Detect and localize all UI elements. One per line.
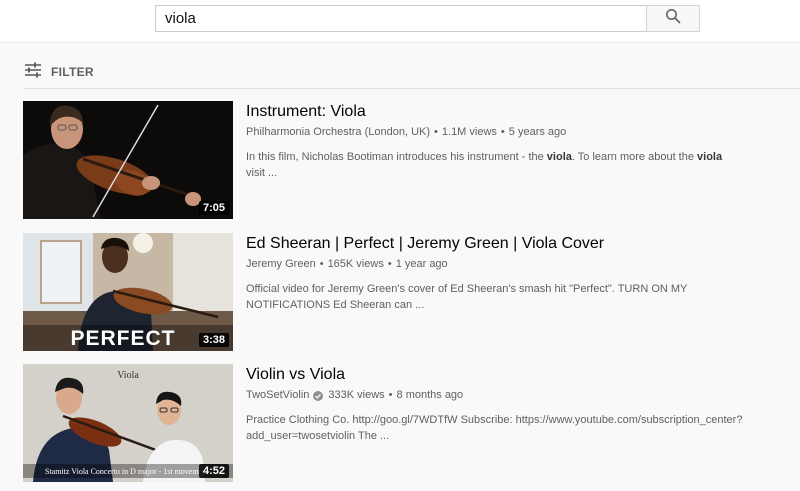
channel-name[interactable]: Philharmonia Orchestra (London, UK) — [246, 124, 430, 140]
view-count: 165K views — [327, 258, 384, 270]
filter-sliders-icon — [24, 62, 42, 83]
search-button[interactable] — [646, 5, 700, 32]
video-description: Official video for Jeremy Green's cover … — [246, 283, 688, 311]
video-duration: 3:38 — [198, 333, 229, 347]
video-title[interactable]: Ed Sheeran | Perfect | Jeremy Green | Vi… — [246, 234, 800, 254]
meta-separator: • — [388, 389, 393, 401]
thumbnail-top-text: Viola — [117, 370, 139, 381]
channel-name[interactable]: TwoSetViolin — [246, 387, 309, 403]
meta-separator: • — [434, 126, 438, 138]
thumbnail-text: PERFECT — [70, 327, 175, 350]
video-meta: Philharmonia Orchestra (London, UK) • 1.… — [246, 124, 800, 140]
meta-separator: • — [387, 258, 392, 270]
upload-age: 8 months ago — [396, 389, 464, 401]
upload-age: 1 year ago — [395, 258, 448, 270]
video-description: Practice Clothing Co. http://goo.gl/7WDT… — [246, 414, 743, 442]
channel-name[interactable]: Jeremy Green — [246, 256, 316, 272]
search-box — [155, 5, 646, 32]
video-result[interactable]: PERFECT 3:38 Ed Sheeran | Perfect | Jere… — [23, 233, 800, 351]
video-title[interactable]: Violin vs Viola — [246, 365, 800, 385]
video-thumbnail[interactable]: PERFECT 3:38 — [23, 233, 233, 351]
video-thumbnail[interactable]: 7:05 — [23, 101, 233, 219]
video-duration: 4:52 — [198, 464, 229, 478]
search-icon — [665, 8, 681, 29]
upload-age: 5 years ago — [508, 126, 567, 138]
verified-check-icon — [313, 390, 324, 401]
thumbnail-caption: Stamitz Viola Concerto in D major - 1st … — [45, 467, 209, 476]
video-meta: Jeremy Green • 165K views • 1 year ago — [246, 256, 800, 272]
view-count: 333K views — [328, 389, 385, 401]
video-result[interactable]: Viola Stamitz Viola Concerto in D major … — [23, 364, 800, 482]
view-count: 1.1M views — [441, 126, 497, 138]
meta-separator: • — [500, 126, 505, 138]
video-meta: TwoSetViolin 333K views • 8 months ago — [246, 387, 800, 403]
video-result[interactable]: 7:05 Instrument: Viola Philharmonia Orch… — [23, 101, 800, 219]
masthead — [0, 0, 800, 43]
filter-divider — [24, 88, 800, 89]
video-description: In this film, Nicholas Bootiman introduc… — [246, 151, 723, 179]
video-title[interactable]: Instrument: Viola — [246, 102, 800, 122]
meta-separator: • — [319, 258, 324, 270]
video-thumbnail[interactable]: Viola Stamitz Viola Concerto in D major … — [23, 364, 233, 482]
filter-label: FILTER — [51, 65, 94, 79]
filter-button[interactable]: FILTER — [24, 62, 94, 82]
search-input[interactable] — [156, 6, 646, 31]
video-duration: 7:05 — [198, 201, 229, 215]
